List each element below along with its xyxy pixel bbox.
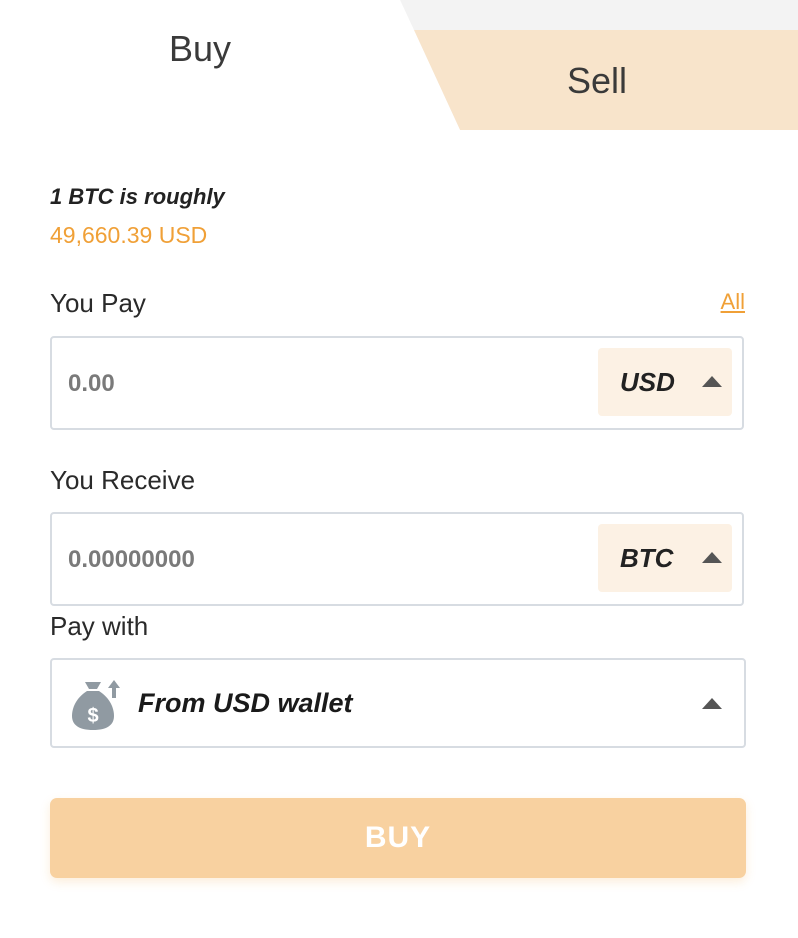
tab-sell[interactable]: Sell [460,60,734,102]
buy-button[interactable]: BUY [50,798,746,878]
payment-method-select[interactable]: $ From USD wallet [50,658,746,748]
money-bag-icon: $ [72,680,120,730]
svg-text:$: $ [87,705,98,727]
pay-amount-field: USD [50,336,744,430]
receive-amount-input[interactable] [66,514,570,606]
receive-currency-label: BTC [620,543,674,573]
pay-amount-input[interactable] [66,338,570,430]
payment-method-label: From USD wallet [138,688,353,718]
pay-with-label: Pay with [50,611,149,641]
trade-tabs: Buy Sell [0,0,798,130]
you-receive-label: You Receive [50,465,196,495]
rate-label: 1 BTC is roughly [50,184,225,209]
caret-up-icon [702,552,722,563]
receive-currency-select[interactable]: BTC [598,524,732,592]
pay-currency-select[interactable]: USD [598,348,732,416]
you-pay-label: You Pay [50,288,146,318]
all-link[interactable]: All [721,289,745,315]
pay-currency-label: USD [620,367,675,397]
rate-value: 49,660.39 USD [50,222,208,248]
caret-up-icon [702,698,722,709]
tab-buy[interactable]: Buy [0,28,400,70]
receive-amount-field: BTC [50,512,744,606]
caret-up-icon [702,376,722,387]
